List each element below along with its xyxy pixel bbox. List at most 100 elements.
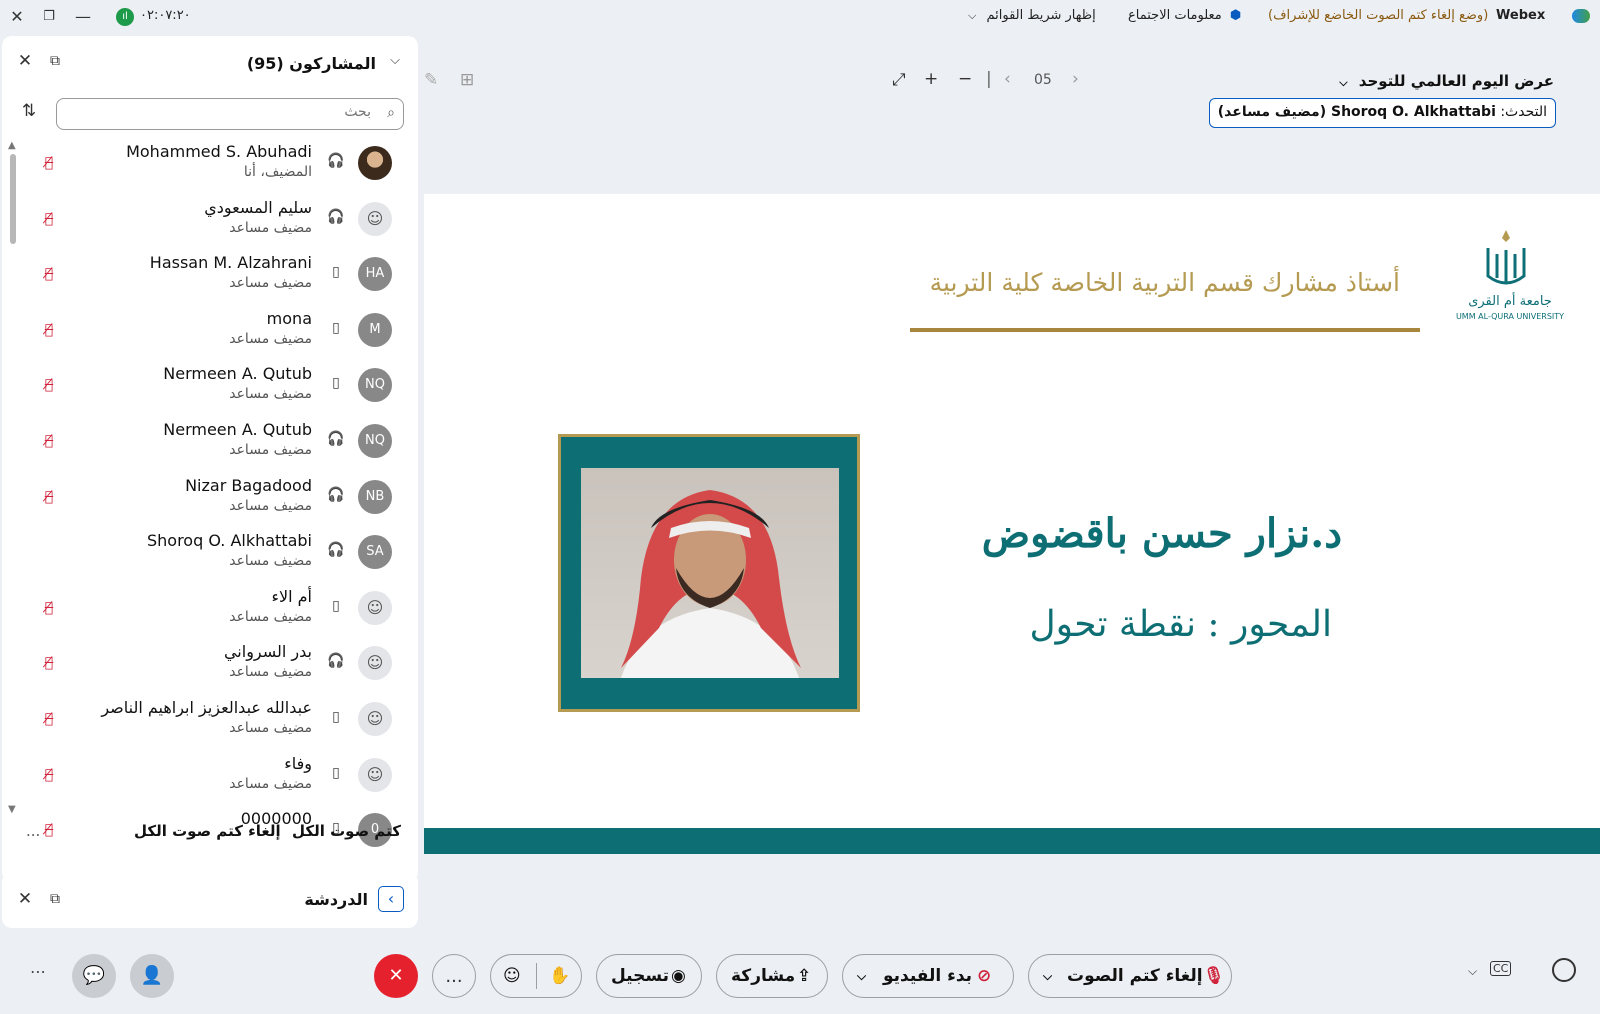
share-button[interactable]: ⇪ مشاركة bbox=[716, 954, 828, 998]
zoom-out-icon[interactable]: − bbox=[958, 69, 972, 89]
participants-title: المشاركون (95) bbox=[246, 54, 376, 73]
speaking-label: التحدث: bbox=[1500, 104, 1547, 120]
microphone-muted-icon[interactable]: 🎙̸ bbox=[40, 488, 58, 506]
record-button[interactable]: ◉ تسجيل bbox=[596, 954, 702, 998]
participant-row[interactable]: 🎙̸ Nizar Bagadood مضيف مساعد 🎧 NB bbox=[20, 474, 412, 529]
participant-row[interactable]: 🎙̸ Mohammed S. Abuhadi المضيف، أنا 🎧 bbox=[20, 140, 412, 195]
participant-row[interactable]: 🎙̸ Nermeen A. Qutub مضيف مساعد ▯ NQ bbox=[20, 362, 412, 417]
mute-all-button[interactable]: كتم صوت الكل bbox=[292, 822, 401, 840]
popout-panel-icon[interactable]: ⧉ bbox=[44, 50, 66, 72]
chat-button[interactable]: 💬 bbox=[72, 954, 116, 998]
close-panel-icon[interactable]: ✕ bbox=[14, 50, 36, 72]
microphone-muted-icon[interactable]: 🎙̸ bbox=[40, 599, 58, 617]
reactions-icon[interactable]: ☺ bbox=[503, 955, 521, 997]
meeting-info-button[interactable]: ⬢ معلومات الاجتماع bbox=[1128, 8, 1241, 23]
separator bbox=[536, 963, 537, 989]
more-icon[interactable]: ⋯ bbox=[30, 962, 46, 981]
microphone-muted-icon[interactable]: 🎙̸ bbox=[40, 154, 58, 172]
microphone-muted-icon[interactable]: 🎙̸ bbox=[40, 210, 58, 228]
participants-search[interactable]: ⌕ bbox=[56, 98, 404, 130]
participant-row[interactable]: Shoroq O. Alkhattabi مضيف مساعد 🎧 SA bbox=[20, 529, 412, 584]
participant-row[interactable]: 🎙̸ mona مضيف مساعد ▯ M bbox=[20, 307, 412, 362]
minimize-window-icon[interactable]: — bbox=[72, 6, 94, 28]
scroll-down-arrow-icon[interactable]: ▼ bbox=[8, 804, 16, 815]
unmute-label: إلغاء كتم الصوت bbox=[1067, 966, 1203, 986]
talk-axis: المحور : نقطة تحول bbox=[1029, 604, 1332, 645]
microphone-muted-icon[interactable]: 🎙̸ bbox=[40, 376, 58, 394]
close-chat-icon[interactable]: ✕ bbox=[14, 888, 36, 910]
microphone-muted-icon[interactable]: 🎙̸ bbox=[40, 710, 58, 728]
microphone-muted-icon[interactable]: 🎙̸ bbox=[40, 766, 58, 784]
slide-divider bbox=[910, 328, 1420, 332]
participants-button[interactable]: 👤 bbox=[130, 954, 174, 998]
headset-icon: 🎧 bbox=[327, 542, 345, 559]
participants-list: 🎙̸ Mohammed S. Abuhadi المضيف، أنا 🎧 🎙̸ سليم … bbox=[20, 140, 412, 858]
shared-slide: جامعة أم القرى UMM AL-QURA UNIVERSITY أس… bbox=[424, 194, 1600, 854]
scroll-thumb[interactable] bbox=[10, 154, 16, 244]
previous-page-icon[interactable]: ‹ bbox=[1004, 69, 1011, 89]
chevron-down-icon[interactable]: ⌵ bbox=[1468, 964, 1477, 979]
microphone-muted-icon[interactable]: 🎙̸ bbox=[40, 265, 58, 283]
chevron-down-icon[interactable]: ⌵ bbox=[1043, 955, 1052, 997]
annotate-icon[interactable]: ✎ bbox=[424, 70, 438, 90]
chevron-left-icon[interactable]: ‹ bbox=[378, 886, 404, 912]
scroll-up-arrow-icon[interactable]: ▲ bbox=[8, 140, 16, 151]
network-quality-icon[interactable]: ıl bbox=[116, 8, 134, 26]
sort-icon[interactable]: ⇅ bbox=[18, 100, 40, 122]
headset-icon: 🎧 bbox=[327, 653, 345, 670]
grid-view-icon[interactable]: ⊞ bbox=[460, 70, 474, 90]
participant-row[interactable]: 🎙̸ بدر السرواني مضيف مساعد 🎧 ☺ bbox=[20, 640, 412, 695]
participants-scrollbar[interactable]: ▲ ▼ bbox=[8, 140, 18, 820]
speaking-indicator: التحدث: Shoroq O. Alkhattabi (مضيف مساعد… bbox=[1208, 98, 1556, 128]
participant-row[interactable]: 🎙̸ أم الاء مضيف مساعد ▯ ☺ bbox=[20, 585, 412, 640]
raise-hand-icon[interactable]: ✋ bbox=[549, 955, 570, 997]
popout-chat-icon[interactable]: ⧉ bbox=[44, 888, 66, 910]
headset-icon: 🎧 bbox=[327, 153, 345, 169]
microphone-muted-icon[interactable]: 🎙̸ bbox=[40, 654, 58, 672]
share-toolbar: ✎ ⊞ ⤢ + − | ‹ 05 › ⌵ عرض اليوم العالمي ل… bbox=[420, 56, 1600, 132]
search-input[interactable] bbox=[91, 104, 371, 120]
participant-name: Nermeen A. Qutub bbox=[163, 364, 312, 384]
close-window-icon[interactable]: ✕ bbox=[6, 6, 28, 28]
microphone-icon[interactable] bbox=[40, 543, 58, 561]
more-options-button[interactable]: ... bbox=[26, 822, 40, 840]
participant-row[interactable]: 🎙̸ وفاء مضيف مساعد ▯ ☺ bbox=[20, 752, 412, 807]
unmute-all-button[interactable]: إلغاء كتم صوت الكل bbox=[134, 822, 281, 840]
participant-role: مضيف مساعد bbox=[229, 442, 312, 458]
collapse-chevron-icon[interactable]: ⌵ bbox=[384, 50, 406, 72]
shield-icon: ⬢ bbox=[1229, 8, 1242, 23]
shared-content-title[interactable]: ⌵ عرض اليوم العالمي للتوحد bbox=[1339, 72, 1554, 90]
chat-panel[interactable]: ✕ ⧉ الدردشة ‹ bbox=[2, 872, 418, 928]
share-label: مشاركة bbox=[731, 966, 796, 986]
zoom-in-icon[interactable]: + bbox=[924, 69, 938, 89]
reactions-group: ☺ ✋ bbox=[490, 954, 582, 998]
restore-window-icon[interactable]: ❐ bbox=[38, 6, 60, 28]
participant-row[interactable]: 🎙̸ سليم المسعودي مضيف مساعد 🎧 ☺ bbox=[20, 196, 412, 251]
slide-footer-bar bbox=[424, 828, 1600, 854]
end-call-button[interactable]: ✕ bbox=[374, 954, 418, 998]
generic-avatar-icon: ☺ bbox=[358, 590, 392, 625]
microphone-muted-icon[interactable]: 🎙̸ bbox=[40, 321, 58, 339]
participant-role: مضيف مساعد bbox=[229, 775, 312, 792]
slide-header: أستاذ مشارك قسم التربية الخاصة كلية التر… bbox=[929, 268, 1400, 297]
participant-row[interactable]: 🎙̸ Hassan M. Alzahrani مضيف مساعد ▯ HA bbox=[20, 251, 412, 306]
moderated-unmute-mode: (وضع إلغاء كتم الصوت الخاضع للإشراف) bbox=[1268, 8, 1489, 23]
shared-content-title-label: عرض اليوم العالمي للتوحد bbox=[1358, 72, 1554, 90]
participant-row[interactable]: 🎙̸ Nermeen A. Qutub مضيف مساعد 🎧 NQ bbox=[20, 418, 412, 473]
unmute-button[interactable]: ⌵ إلغاء كتم الصوت 🎙 bbox=[1028, 954, 1232, 998]
start-video-button[interactable]: ⌵ بدء الفيديو ⊘ bbox=[842, 954, 1014, 998]
participant-name: وفاء bbox=[284, 753, 312, 773]
participant-row[interactable]: 🎙̸ عبدالله عبدالعزيز ابراهيم الناصر مضيف م… bbox=[20, 696, 412, 751]
microphone-muted-icon[interactable]: 🎙̸ bbox=[40, 432, 58, 450]
next-page-icon[interactable]: › bbox=[1072, 69, 1079, 89]
ai-assistant-icon[interactable] bbox=[1552, 958, 1576, 982]
headset-icon: 🎧 bbox=[327, 431, 345, 447]
app-title: Webex bbox=[1496, 8, 1546, 23]
fullscreen-icon[interactable]: ⤢ bbox=[892, 70, 906, 90]
show-menu-bar-button[interactable]: إظهار شريط القوائم ⌵ bbox=[968, 8, 1096, 23]
phone-icon: ▯ bbox=[332, 764, 340, 781]
closed-captions-icon[interactable]: CC bbox=[1490, 961, 1512, 976]
more-options-button[interactable]: ... bbox=[432, 954, 476, 998]
chevron-down-icon[interactable]: ⌵ bbox=[857, 955, 866, 997]
search-icon: ⌕ bbox=[387, 105, 395, 121]
